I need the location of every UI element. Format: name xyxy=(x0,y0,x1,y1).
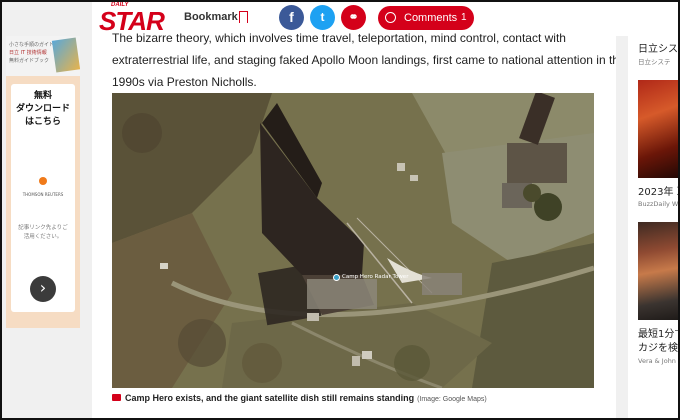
article-paragraph: The bizarre theory, which involves time … xyxy=(112,27,626,93)
article-body: The bizarre theory, which involves time … xyxy=(92,31,626,420)
ad-brand-name: THOMSON REUTERS xyxy=(22,192,64,197)
caption-text: Camp Hero exists, and the giant satellit… xyxy=(125,393,415,403)
comment-bubble-icon xyxy=(385,12,396,23)
ad-book-thumbnail xyxy=(51,37,80,73)
left-gutter: 小さな手順のガイド 日立 IT 技術情報 無料ガイドブック 無料 ダウンロード … xyxy=(2,0,92,420)
right-sidebar: 日立シス 日立システ 2023年 耳 BuzzDaily W 最短1分で カジを… xyxy=(628,36,678,420)
ad-subtext-line: 活用ください。 xyxy=(23,234,63,240)
paragraph-line: extraterrestrial life, and staging faked… xyxy=(112,53,626,67)
ad-card[interactable]: 無料 ダウンロード はこちら THOMSON REUTERS 記事リンク先よりご… xyxy=(11,84,75,312)
map-pin-label: Camp Hero Radar Tower xyxy=(342,274,409,280)
left-advertisement[interactable]: 小さな手順のガイド 日立 IT 技術情報 無料ガイドブック 無料 ダウンロード … xyxy=(6,36,80,328)
ad-headline: 無料 ダウンロード はこちら xyxy=(11,90,75,129)
sidebar-item-source: 日立システ xyxy=(638,58,671,66)
sidebar-thumbnail[interactable] xyxy=(638,80,678,178)
sidebar-item-title[interactable]: カジを検 xyxy=(638,339,678,354)
paragraph-line: The bizarre theory, which involves time … xyxy=(112,31,566,45)
satellite-photo: Camp Hero Radar Tower xyxy=(112,93,594,388)
ad-top-strip: 小さな手順のガイド 日立 IT 技術情報 無料ガイドブック xyxy=(6,36,80,76)
bookmark-button[interactable]: Bookmark xyxy=(184,11,238,23)
camera-icon xyxy=(112,394,121,401)
right-gutter xyxy=(616,36,628,420)
sidebar-item-source: BuzzDaily W xyxy=(638,200,678,208)
ad-brand-logo: THOMSON REUTERS xyxy=(11,172,75,197)
sidebar-item-source: Vera & John xyxy=(638,357,676,365)
sidebar-item-title[interactable]: 日立シス xyxy=(638,40,678,55)
ad-top-line: 小さな手順のガイド xyxy=(9,42,55,48)
sidebar-item-title[interactable]: 2023年 耳 xyxy=(638,183,678,198)
brand-orb-icon xyxy=(39,177,47,185)
bookmark-icon[interactable] xyxy=(239,11,248,27)
ad-top-line: 日立 IT 技術情報 xyxy=(9,50,47,56)
ad-subtext-line: 記事リンク先よりご xyxy=(18,225,68,231)
photo-caption: Camp Hero exists, and the giant satellit… xyxy=(112,393,602,403)
map-pin-icon xyxy=(333,274,340,281)
satellite-image-art xyxy=(112,93,594,388)
ad-headline-line: はこちら xyxy=(24,117,61,127)
ad-subtext: 記事リンク先よりご 活用ください。 xyxy=(15,224,71,242)
paragraph-line: 1990s via Preston Nicholls. xyxy=(112,75,257,89)
caption-credit: (Image: Google Maps) xyxy=(417,396,487,403)
ad-headline-line: 無料 xyxy=(33,91,52,101)
sidebar-item-title[interactable]: 最短1分で xyxy=(638,325,678,340)
ad-top-line: 無料ガイドブック xyxy=(9,58,50,64)
ad-headline-line: ダウンロード xyxy=(15,104,70,114)
ad-next-arrow-icon[interactable]: › xyxy=(30,276,56,302)
sidebar-thumbnail[interactable] xyxy=(638,222,678,320)
